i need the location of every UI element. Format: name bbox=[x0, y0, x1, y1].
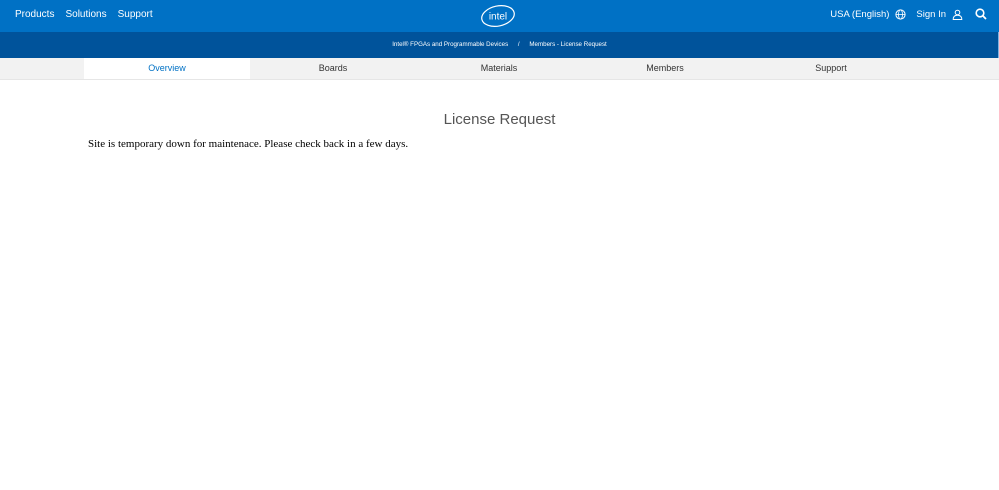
breadcrumb-current: Members - License Request bbox=[529, 41, 607, 48]
sign-in-label: Sign In bbox=[916, 8, 946, 20]
intel-logo[interactable]: intel bbox=[480, 4, 516, 28]
main-nav: Products Solutions Support bbox=[15, 9, 153, 20]
breadcrumb-fpga[interactable]: Intel® FPGAs and Programmable Devices bbox=[392, 41, 508, 48]
top-header: Products Solutions Support intel USA (En… bbox=[0, 0, 999, 32]
tab-bar: Overview Boards Materials Members Suppor… bbox=[0, 58, 999, 80]
sign-in-link[interactable]: Sign In bbox=[916, 9, 963, 20]
maintenance-message: Site is temporary down for maintenace. P… bbox=[88, 138, 409, 150]
tab-overview[interactable]: Overview bbox=[84, 58, 250, 79]
user-icon bbox=[952, 9, 963, 20]
breadcrumb-separator: / bbox=[517, 41, 520, 48]
logo-text: intel bbox=[489, 12, 507, 23]
utility-nav: USA (English) Sign In bbox=[830, 8, 987, 20]
tab-support[interactable]: Support bbox=[748, 58, 914, 79]
search-icon[interactable] bbox=[975, 8, 987, 20]
breadcrumb: Intel® FPGAs and Programmable Devices / … bbox=[0, 32, 999, 58]
nav-support[interactable]: Support bbox=[118, 9, 153, 20]
locale-selector[interactable]: USA (English) bbox=[830, 8, 907, 20]
tab-boards[interactable]: Boards bbox=[250, 58, 416, 79]
locale-label: USA (English) bbox=[830, 8, 890, 20]
tab-members[interactable]: Members bbox=[582, 58, 748, 79]
nav-products[interactable]: Products bbox=[15, 9, 54, 20]
tab-materials[interactable]: Materials bbox=[416, 58, 582, 79]
globe-icon bbox=[895, 8, 907, 20]
nav-solutions[interactable]: Solutions bbox=[65, 9, 106, 20]
page-title: License Request bbox=[443, 111, 556, 128]
